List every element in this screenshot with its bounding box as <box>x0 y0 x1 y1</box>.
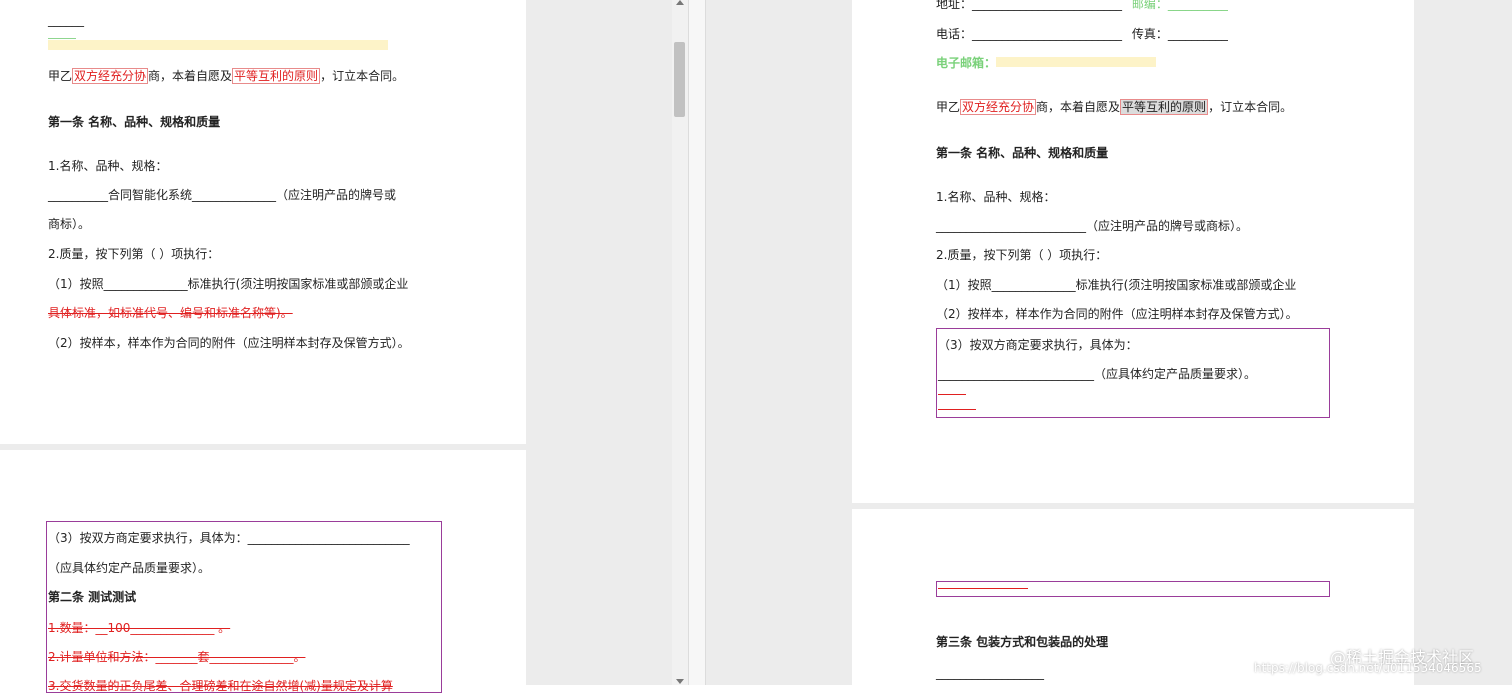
quality-option-3b-right: __________________________（应具体约定产品质量要求）。 <box>938 367 1257 381</box>
red-mark-1 <box>938 394 966 395</box>
tracked-change-r2[interactable]: 平等互利的原则 <box>1120 99 1209 115</box>
tracked-change-1[interactable]: 双方经充分协 <box>72 68 149 84</box>
quality-option-2-right: （2）按样本，样本作为合同的附件（应注明样本封存及保管方式）。 <box>936 307 1298 321</box>
fax-label: 传真： <box>1131 27 1168 41</box>
left-scrollbar-thumb[interactable] <box>674 42 685 117</box>
quality-option-1-right: （1）按照______________标准执行(须注明按国家标准或部颁或企业 <box>936 278 1297 292</box>
red-mark-2 <box>938 409 976 410</box>
quantity-line: 1.数量：__100______________ 。 <box>48 621 231 635</box>
article3-blank: __________________ <box>936 666 1044 680</box>
article2-heading: 第二条 测试测试 <box>48 590 137 604</box>
split-divider[interactable] <box>688 0 706 685</box>
phone-line: 电话：_________________________ 传真：________… <box>936 27 1228 41</box>
highlight-bar <box>48 40 388 50</box>
party-line: 甲乙 双方经充分协 商，本着自愿及 平等互利的原则 ，订立本合同。 <box>48 68 405 84</box>
quality-line: 2.质量，按下列第（ ）项执行： <box>48 247 220 261</box>
tracked-change-r1[interactable]: 双方经充分协 <box>960 99 1037 115</box>
scroll-down-arrow-icon[interactable] <box>676 679 684 684</box>
product-line-right: _________________________（应注明产品的牌号或商标）。 <box>936 219 1249 233</box>
unit-line: 2.计量单位和方法：_______套______________。 <box>48 650 306 664</box>
blank-top: ______ <box>48 13 84 27</box>
left-page-2: （3）按双方商定要求执行，具体为：_______________________… <box>0 450 526 693</box>
item1-right: 1.名称、品种、规格： <box>936 190 1056 204</box>
email-line: 电子邮箱： <box>936 55 1157 71</box>
deleted-text: 具体标准，如标准代号、编号和标准名称等)。 <box>48 306 293 320</box>
product-line: __________合同智能化系统______________（应注明产品的牌号… <box>48 188 397 202</box>
tracked-block[interactable] <box>46 521 442 693</box>
blog-url: https://blog.csdn.net/u011534046565 <box>1254 661 1482 675</box>
product-line-2: 商标）。 <box>48 217 91 231</box>
red-mark-3 <box>938 588 1028 589</box>
address-line: 地址：_________________________ 邮编：________… <box>936 0 1228 12</box>
right-page-1: 地址：_________________________ 邮编：________… <box>852 0 1414 503</box>
left-pane: ______ 甲乙 双方经充分协 商，本着自愿及 平等互利的原则 ，订立本合同。 第一条… <box>0 0 688 693</box>
green-underline <box>48 38 76 39</box>
quality-option-1: （1）按照______________标准执行(须注明按国家标准或部颁或企业 <box>48 277 409 291</box>
quality-option-2: （2）按样本，样本作为合同的附件（应注明样本封存及保管方式）。 <box>48 336 410 350</box>
quality-line-right: 2.质量，按下列第（ ）项执行： <box>936 248 1108 262</box>
left-page-1: ______ 甲乙 双方经充分协 商，本着自愿及 平等互利的原则 ，订立本合同。 第一条… <box>0 0 526 444</box>
quality-option-3b: （应具体约定产品质量要求）。 <box>48 561 211 575</box>
postcode-label: 邮编： <box>1131 0 1168 11</box>
tracked-block-right-2[interactable] <box>936 581 1330 597</box>
article1-heading: 第一条 名称、品种、规格和质量 <box>48 115 221 129</box>
item1: 1.名称、品种、规格： <box>48 159 168 173</box>
tracked-change-2[interactable]: 平等互利的原则 <box>232 68 321 84</box>
article1-heading-right: 第一条 名称、品种、规格和质量 <box>936 146 1109 160</box>
scroll-up-arrow-icon[interactable] <box>676 0 684 5</box>
quality-option-3-right: （3）按双方商定要求执行，具体为： <box>938 338 1138 352</box>
partial-line: 3.交货数量的正负尾差、合理磅差和在途自然增(减)量规定及计算 <box>48 679 393 693</box>
party-line-right: 甲乙 双方经充分协 商，本着自愿及 平等互利的原则 ，订立本合同。 <box>936 99 1293 115</box>
quality-option-3: （3）按双方商定要求执行，具体为：_______________________… <box>48 531 410 545</box>
article3-heading: 第三条 包装方式和包装品的处理 <box>936 635 1109 649</box>
right-pane: 地址：_________________________ 邮编：________… <box>706 0 1512 685</box>
